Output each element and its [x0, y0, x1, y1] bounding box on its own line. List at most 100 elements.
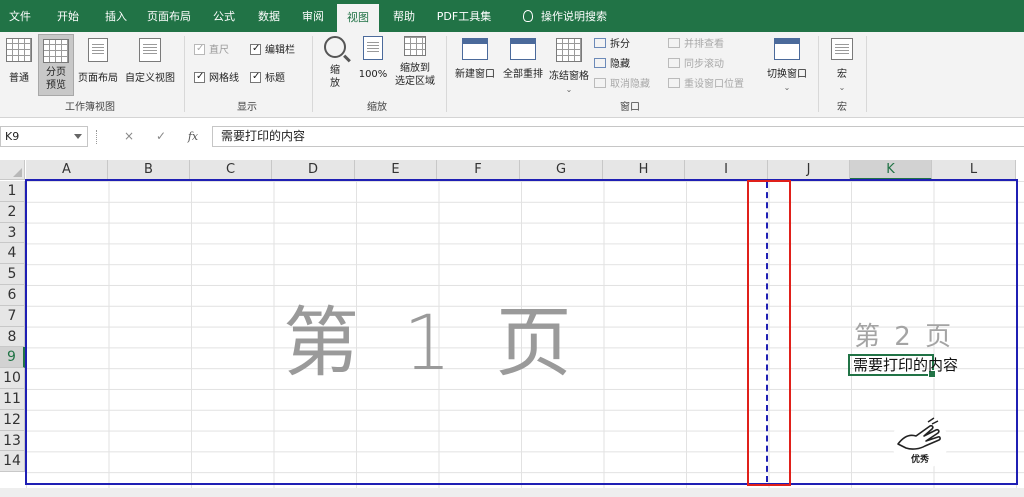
- custom-views-button[interactable]: 自定义视图: [122, 38, 178, 94]
- switch-windows-button[interactable]: 切换窗口 ⌄: [762, 38, 812, 98]
- row-header-3[interactable]: 3: [0, 222, 25, 244]
- column-header-h[interactable]: H: [603, 160, 685, 180]
- zoom-selection-label-1: 缩放到: [400, 63, 430, 74]
- column-header-i[interactable]: I: [685, 160, 768, 180]
- ruler-checkbox[interactable]: 直尺: [194, 42, 229, 58]
- tab-review[interactable]: 审阅: [293, 0, 333, 32]
- enter-edit-button[interactable]: ✓: [152, 126, 170, 147]
- column-header-k[interactable]: K: [850, 160, 932, 180]
- ribbon-separator: [184, 36, 185, 112]
- hide-button[interactable]: 隐藏: [594, 58, 630, 72]
- macros-button[interactable]: 宏 ⌄: [824, 38, 860, 98]
- cancel-edit-button[interactable]: ×: [120, 126, 138, 147]
- zoom-to-selection-button[interactable]: 缩放到 选定区域: [390, 36, 440, 96]
- chevron-down-icon[interactable]: [74, 134, 82, 139]
- horizontal-scrollbar[interactable]: [0, 488, 1024, 497]
- zoom-button[interactable]: 缩 放: [318, 36, 352, 96]
- formula-bar: K9 × ✓ fx 需要打印的内容: [0, 118, 1024, 156]
- zoom-to-selection-icon: [404, 36, 426, 56]
- tab-formulas[interactable]: 公式: [204, 0, 244, 32]
- name-box[interactable]: K9: [0, 126, 88, 147]
- ribbon-separator: [312, 36, 313, 112]
- headings-checkbox[interactable]: 标题: [250, 70, 285, 86]
- column-header-a[interactable]: A: [26, 160, 108, 180]
- ribbon-separator: [446, 36, 447, 112]
- row-header-10[interactable]: 10: [0, 368, 25, 389]
- switch-windows-label: 切换窗口: [767, 69, 807, 80]
- tab-data[interactable]: 数据: [249, 0, 289, 32]
- lightbulb-icon: [523, 10, 533, 22]
- reset-position-icon: [668, 78, 680, 88]
- page-layout-view-button[interactable]: 页面布局: [76, 38, 120, 94]
- row-header-4[interactable]: 4: [0, 243, 25, 265]
- column-header-j[interactable]: J: [768, 160, 850, 180]
- chevron-down-icon: ⌄: [783, 83, 791, 92]
- new-window-button[interactable]: 新建窗口: [452, 38, 498, 94]
- column-header-e[interactable]: E: [355, 160, 437, 180]
- column-header-f[interactable]: F: [437, 160, 520, 180]
- row-header-2[interactable]: 2: [0, 201, 25, 223]
- row-header-14[interactable]: 14: [0, 451, 25, 473]
- formula-input[interactable]: 需要打印的内容: [212, 126, 1024, 147]
- group-label-macros: 宏: [837, 102, 847, 113]
- column-header-l[interactable]: L: [932, 160, 1016, 180]
- page-break-preview-icon: [43, 39, 69, 63]
- row-header-5[interactable]: 5: [0, 264, 25, 285]
- column-header-d[interactable]: D: [272, 160, 355, 180]
- zoom-100-button[interactable]: 100%: [356, 36, 390, 96]
- page-break-preview-button[interactable]: 分页 预览: [38, 34, 74, 96]
- gridlines-label: 网格线: [209, 73, 239, 84]
- zoom-selection-label-2: 选定区域: [395, 76, 435, 87]
- tab-insert[interactable]: 插入: [96, 0, 136, 32]
- row-header-7[interactable]: 7: [0, 305, 25, 327]
- group-label-show: 显示: [237, 102, 257, 113]
- tab-help[interactable]: 帮助: [384, 0, 424, 32]
- freeze-panes-icon: [556, 38, 582, 62]
- tab-home[interactable]: 开始: [48, 0, 88, 32]
- zoom-100-label: 100%: [358, 69, 388, 80]
- chevron-down-icon: ⌄: [838, 83, 846, 92]
- macros-icon: [831, 38, 853, 60]
- column-header-g[interactable]: G: [520, 160, 603, 180]
- column-header-b[interactable]: B: [108, 160, 190, 180]
- row-header-13[interactable]: 13: [0, 430, 25, 452]
- sync-scroll-label: 同步滚动: [684, 59, 724, 70]
- hide-label: 隐藏: [610, 59, 630, 70]
- row-header-12[interactable]: 12: [0, 409, 25, 431]
- column-header-c[interactable]: C: [190, 160, 272, 180]
- select-all-button[interactable]: [0, 160, 25, 180]
- unhide-label: 取消隐藏: [610, 79, 650, 90]
- gridlines-checkbox[interactable]: 网格线: [194, 70, 239, 86]
- sync-scroll-icon: [668, 58, 680, 68]
- page-1-watermark: 第 1 页: [283, 298, 582, 387]
- hide-icon: [594, 58, 606, 68]
- tell-me-search[interactable]: 操作说明搜索: [510, 0, 620, 32]
- view-side-by-side-button[interactable]: 并排查看: [668, 38, 724, 52]
- new-window-label: 新建窗口: [455, 69, 495, 80]
- row-header-8[interactable]: 8: [0, 326, 25, 348]
- split-button[interactable]: 拆分: [594, 38, 630, 52]
- row-header-11[interactable]: 11: [0, 389, 25, 410]
- tab-pdf-tools[interactable]: PDF工具集: [430, 0, 498, 32]
- arrange-all-button[interactable]: 全部重排: [500, 38, 546, 94]
- ribbon-separator: [866, 36, 867, 112]
- split-icon: [594, 38, 606, 48]
- headings-label: 标题: [265, 73, 285, 84]
- formula-bar-checkbox[interactable]: 编辑栏: [250, 42, 295, 58]
- insert-function-button[interactable]: fx: [184, 126, 202, 147]
- row-header-1[interactable]: 1: [0, 181, 25, 202]
- tab-page-layout[interactable]: 页面布局: [140, 0, 198, 32]
- normal-view-button[interactable]: 普通: [2, 38, 36, 94]
- side-by-side-icon: [668, 38, 680, 48]
- unhide-button[interactable]: 取消隐藏: [594, 78, 650, 92]
- worksheet-grid: ABCDEFGHIJKL 1 2 3 4 5 6 7 8 9 10 11 12 13 14 第 1 页 第…: [0, 156, 1024, 497]
- cell-k9-text: 需要打印的内容: [853, 356, 959, 374]
- freeze-panes-button[interactable]: 冻结窗格 ⌄: [546, 38, 592, 98]
- page-layout-icon: [88, 38, 108, 62]
- reset-window-position-button[interactable]: 重设窗口位置: [668, 78, 744, 92]
- group-label-zoom: 缩放: [367, 102, 387, 113]
- synchronous-scrolling-button[interactable]: 同步滚动: [668, 58, 724, 72]
- row-header-6[interactable]: 6: [0, 285, 25, 306]
- tab-file[interactable]: 文件: [0, 0, 40, 32]
- row-header-9[interactable]: 9: [0, 347, 25, 369]
